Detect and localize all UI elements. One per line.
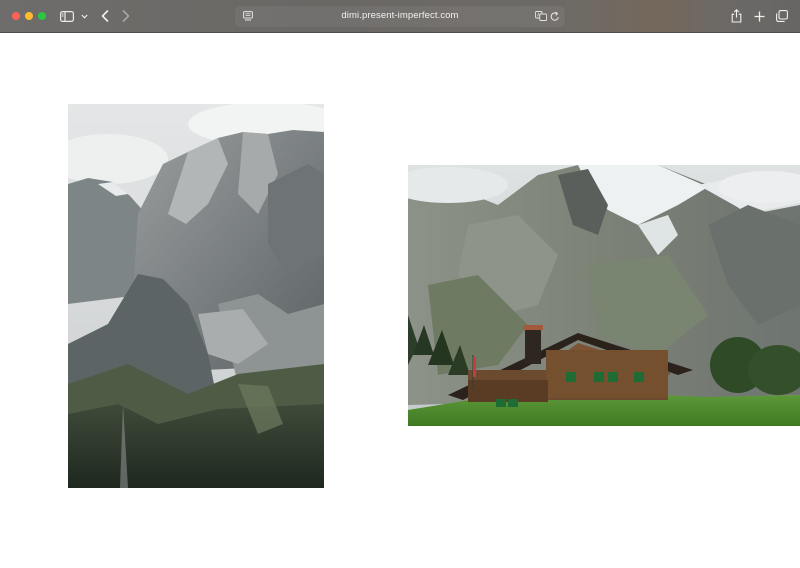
close-window-button[interactable] — [12, 12, 20, 20]
chevron-right-icon[interactable] — [119, 8, 133, 24]
chevron-down-icon[interactable] — [79, 8, 89, 24]
sidebar-icon[interactable] — [59, 8, 75, 24]
mountain-peaks-photo — [68, 104, 324, 488]
alpine-chalet-photo — [408, 165, 800, 426]
plus-icon[interactable] — [752, 8, 766, 24]
translate-icon[interactable]: A — [535, 10, 547, 22]
chevron-left-icon[interactable] — [98, 8, 112, 24]
share-icon[interactable] — [729, 8, 743, 24]
address-bar[interactable]: dimi.present-imperfect.com A — [235, 6, 565, 27]
minimize-window-button[interactable] — [25, 12, 33, 20]
url-text[interactable]: dimi.present-imperfect.com — [235, 10, 565, 21]
maximize-window-button[interactable] — [38, 12, 46, 20]
tab-overview-icon[interactable] — [775, 8, 789, 24]
browser-window: dimi.present-imperfect.com A — [0, 0, 800, 568]
reload-icon[interactable] — [549, 10, 560, 22]
browser-toolbar: dimi.present-imperfect.com A — [0, 0, 800, 33]
